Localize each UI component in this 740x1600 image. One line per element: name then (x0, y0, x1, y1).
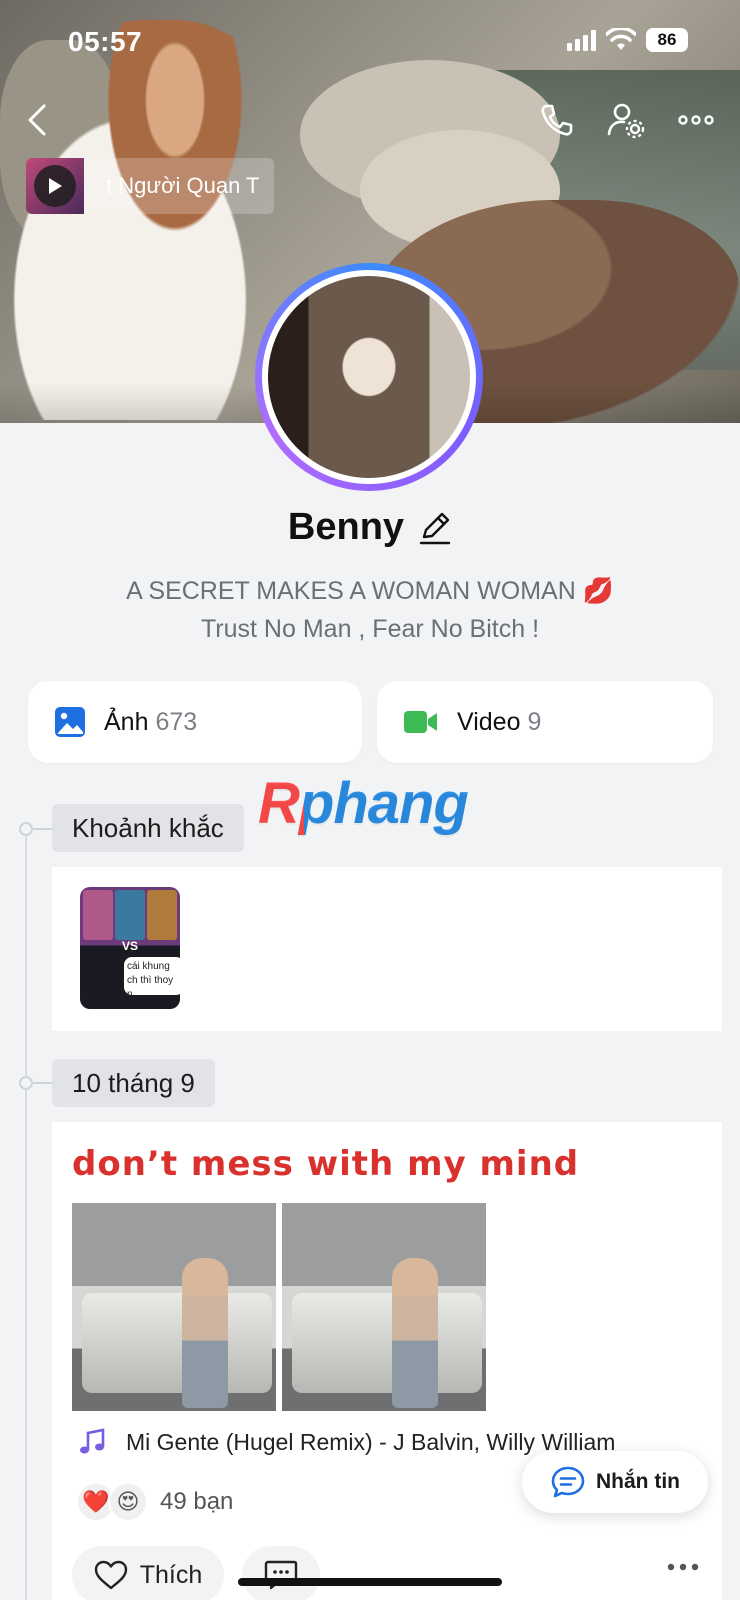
back-icon[interactable] (18, 100, 58, 140)
status-bar: 05:57 86 (0, 0, 740, 80)
battery-icon: 86 (646, 28, 688, 52)
photos-count: 673 (155, 707, 198, 736)
videos-count: 9 (527, 707, 542, 736)
chat-bubble-icon (551, 1466, 585, 1498)
profile-music-pill[interactable]: t Người Quan T (26, 158, 274, 214)
status-icons: 86 (567, 28, 688, 52)
avatar-photo (268, 276, 470, 478)
like-button[interactable]: Thích (72, 1546, 224, 1600)
phone-call-icon[interactable] (536, 100, 576, 140)
post-photo[interactable] (72, 1203, 276, 1411)
timeline-line (25, 826, 27, 1600)
videos-label: Video (457, 707, 521, 736)
video-camera-icon (404, 711, 437, 733)
profile-name: Benny (287, 506, 405, 548)
comment-button[interactable] (242, 1546, 320, 1600)
moment-bubble-text: cái khung ch thì thoy n (124, 957, 180, 1000)
home-indicator[interactable] (238, 1578, 502, 1586)
status-time: 05:57 (68, 26, 143, 57)
watermark-logo: Rphang (258, 771, 469, 836)
music-note-icon (80, 1428, 105, 1454)
post-photo[interactable] (282, 1203, 486, 1411)
post-title: don’t mess with my mind (72, 1144, 580, 1184)
bio-line: Trust No Man , Fear No Bitch ! (200, 615, 540, 643)
photo-jeep (292, 1293, 482, 1393)
message-button-label: Nhắn tin (596, 1470, 680, 1493)
photo-jeep (82, 1293, 272, 1393)
wifi-icon (606, 28, 636, 50)
header-actions (536, 100, 716, 140)
like-label: Thích (139, 1560, 203, 1589)
profile-settings-icon[interactable] (606, 100, 646, 140)
timeline-tick (33, 1082, 53, 1084)
profile-name-row: Benny (0, 506, 740, 549)
post-card: don’t mess with my mind Mi Gente (Hugel … (52, 1122, 722, 1600)
photos-tile[interactable]: Ảnh 673 (28, 681, 362, 763)
music-cover-thumb (26, 158, 84, 214)
more-options-icon[interactable] (676, 100, 716, 140)
message-button[interactable]: Nhắn tin (522, 1451, 708, 1513)
moments-card: VS cái khung ch thì thoy n (52, 867, 722, 1031)
moments-label: Khoảnh khắc (52, 804, 244, 852)
heart-eyes-reaction-icon: 😍 (108, 1482, 148, 1522)
moment-thumbnail[interactable]: VS cái khung ch thì thoy n (80, 887, 180, 1009)
photo-person (182, 1258, 228, 1408)
avatar[interactable] (255, 263, 483, 491)
timeline-dot (19, 1076, 33, 1090)
post-song[interactable]: Mi Gente (Hugel Remix) - J Balvin, Willy… (78, 1428, 615, 1456)
moment-vs-text: VS (122, 939, 139, 953)
videos-tile[interactable]: Video 9 (377, 681, 713, 763)
music-title: t Người Quan T (106, 173, 260, 198)
timeline-dot (19, 822, 33, 836)
photo-person (392, 1258, 438, 1408)
reaction-summary[interactable]: ❤️ 😍 49 bạn (76, 1482, 233, 1522)
song-title: Mi Gente (Hugel Remix) - J Balvin, Willy… (126, 1428, 616, 1455)
play-icon[interactable] (34, 165, 76, 207)
bio-line: A SECRET MAKES A WOMAN WOMAN 💋 (126, 577, 614, 605)
signal-icon (567, 29, 596, 51)
date-label: 10 tháng 9 (52, 1059, 215, 1107)
profile-bio: A SECRET MAKES A WOMAN WOMAN 💋 Trust No … (0, 572, 740, 648)
post-more-icon[interactable] (666, 1562, 700, 1572)
photos-label: Ảnh (104, 707, 149, 736)
edit-pencil-icon[interactable] (418, 510, 452, 546)
heart-outline-icon (94, 1560, 127, 1590)
timeline-tick (33, 828, 53, 830)
photo-icon (55, 707, 85, 737)
reaction-count: 49 bạn (160, 1488, 234, 1515)
